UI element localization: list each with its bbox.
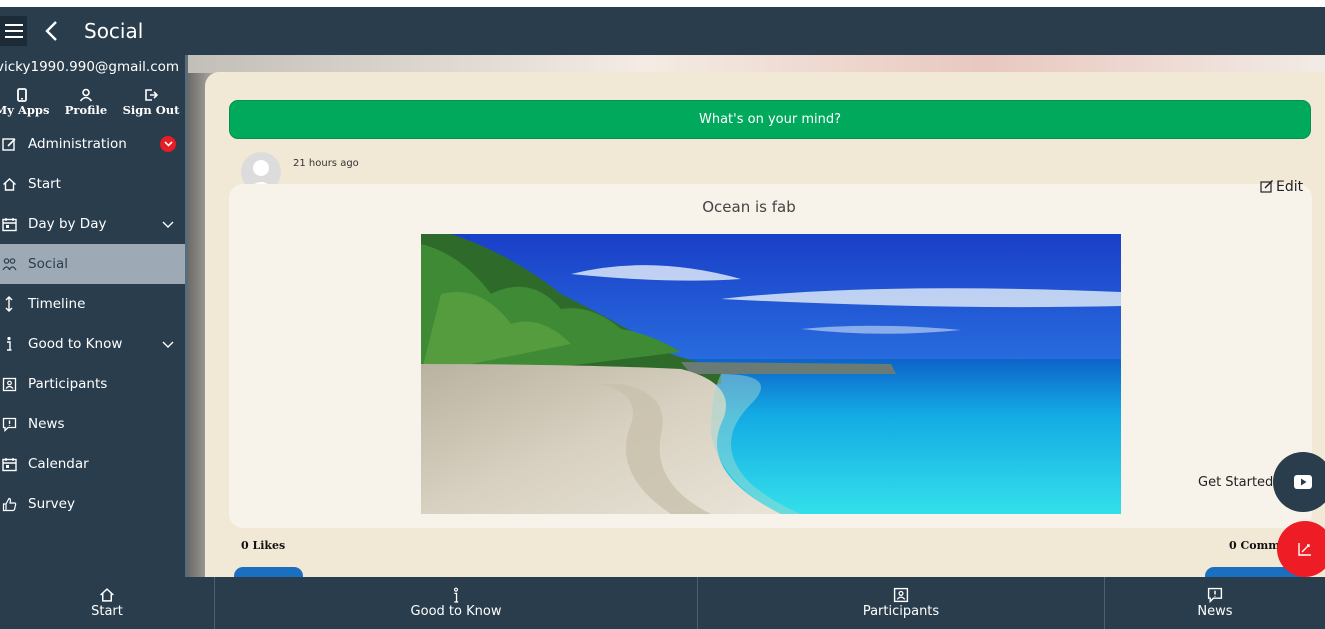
sidebar-item-label: Calendar [28,456,89,472]
tab-good-to-know[interactable]: Good to Know [214,577,697,629]
sidebar-item-start[interactable]: Start [0,164,185,204]
top-strip [0,0,1325,7]
hamburger-icon [4,24,23,38]
news-icon [1,416,17,432]
tab-participants[interactable]: Participants [697,577,1104,629]
post-timestamp: 21 hours ago [293,158,359,169]
sidebar-item-news[interactable]: News [0,404,185,444]
home-icon [100,588,114,602]
chart-edit-icon [1298,543,1311,556]
tab-start[interactable]: Start [0,577,214,629]
sidebar-item-survey[interactable]: Survey [0,484,185,524]
tab-label: News [1197,604,1233,619]
social-icon [1,256,17,272]
tab-news[interactable]: News [1104,577,1325,629]
profile-label: Profile [64,103,108,117]
vertical-arrows-icon [1,296,17,312]
news-icon [1207,587,1223,603]
sidebar-item-calendar[interactable]: Calendar [0,444,185,484]
sidebar-item-label: Start [28,176,61,192]
back-button[interactable] [42,19,62,43]
bottom-tab-bar: Start Good to Know Participants News [0,577,1325,629]
sidebar: vicky1990.990@gmail.com My Apps Profile … [0,55,185,577]
sidebar-item-label: Administration [28,136,127,152]
sidebar-item-label: Timeline [28,296,86,312]
sidebar-item-label: Good to Know [28,336,123,352]
menu-button[interactable] [0,16,27,46]
post-caption: Ocean is fab [702,198,796,216]
user-email: vicky1990.990@gmail.com [0,59,180,75]
edit-label: Edit [1276,179,1304,195]
sidebar-item-label: Social [28,256,69,272]
whats-on-your-mind-button[interactable]: What's on your mind? [229,100,1311,139]
app-header: Social [0,7,1325,55]
sidebar-item-good-to-know[interactable]: Good to Know [0,324,185,364]
sidebar-item-label: Participants [28,376,108,392]
contact-card-icon [1,376,17,392]
edit-post-button[interactable]: Edit [1260,179,1303,195]
post-photo[interactable] [421,234,1121,514]
edit-icon [1260,180,1273,193]
chevron-down-icon[interactable] [162,338,174,350]
phone-icon [17,88,27,102]
info-icon [453,587,459,603]
tab-label: Good to Know [410,604,502,619]
my-apps-link[interactable]: My Apps [0,88,52,117]
new-post-button[interactable] [1277,521,1325,577]
sidebar-item-label: Day by Day [28,216,107,232]
sidebar-item-participants[interactable]: Participants [0,364,185,404]
sign-out-label: Sign Out [122,103,180,117]
contact-card-icon [893,587,909,603]
home-icon [1,176,17,192]
calendar-icon [1,216,17,232]
thumbs-up-icon [1,496,17,512]
sidebar-item-social[interactable]: Social [0,244,185,284]
sidebar-item-label: News [28,416,65,432]
chevron-down-icon[interactable] [162,218,174,230]
my-apps-label: My Apps [0,103,50,117]
background-image-top [188,55,1325,73]
get-started-video-button[interactable] [1273,452,1325,512]
user-icon [79,88,93,102]
get-started-label[interactable]: Get Started [1198,475,1273,490]
sidebar-item-timeline[interactable]: Timeline [0,284,185,324]
video-play-icon [1294,475,1312,489]
info-icon [1,336,17,352]
page-title: Social [84,19,144,43]
tab-label: Start [91,604,123,619]
likes-count: 0 Likes [241,539,286,552]
chevron-down-badge-icon [160,136,176,152]
sidebar-item-administration[interactable]: Administration [0,124,185,164]
sign-out-link[interactable]: Sign Out [121,88,181,117]
calendar-icon [1,456,17,472]
sidebar-item-label: Survey [28,496,75,512]
sidebar-item-day-by-day[interactable]: Day by Day [0,204,185,244]
profile-link[interactable]: Profile [56,88,116,117]
tab-label: Participants [862,604,940,619]
edit-icon [1,136,17,152]
chevron-left-icon [45,21,57,41]
sign-out-icon [145,89,158,101]
